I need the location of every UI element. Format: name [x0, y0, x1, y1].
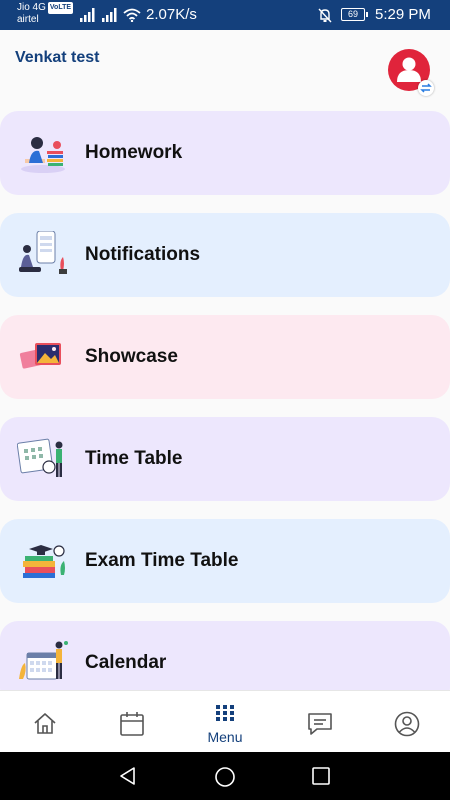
- carrier-primary: Jio 4G: [17, 2, 46, 13]
- app-header: Venkat test: [0, 30, 450, 96]
- menu-card-label: Notifications: [85, 244, 201, 265]
- wifi-icon: [123, 8, 141, 22]
- grid-icon: [216, 705, 234, 721]
- calendar-icon: [19, 641, 68, 680]
- back-icon[interactable]: [118, 766, 138, 786]
- switch-account-icon[interactable]: [418, 80, 434, 96]
- nav-home[interactable]: [0, 691, 90, 753]
- menu-card-notifications[interactable]: Notifications: [0, 213, 450, 297]
- signal-strength-icon: [80, 8, 95, 22]
- status-time: 5:29 PM: [375, 6, 431, 23]
- nav-messages[interactable]: [274, 691, 364, 753]
- timetable-icon: [17, 438, 63, 477]
- page-title: Venkat test: [15, 49, 100, 66]
- volte-badge: VoLTE: [47, 2, 74, 14]
- signal-strength-icon: [102, 8, 117, 22]
- menu-card-showcase[interactable]: Showcase: [0, 315, 450, 399]
- battery-icon: 69: [341, 8, 368, 21]
- menu-card-time-table[interactable]: Time Table: [0, 417, 450, 501]
- network-speed: 2.07K/s: [146, 6, 197, 23]
- menu-card-calendar[interactable]: Calendar: [0, 621, 450, 690]
- home-button-icon[interactable]: [214, 766, 236, 788]
- homework-icon: [21, 137, 65, 173]
- nav-profile[interactable]: [361, 691, 450, 753]
- mute-notifications-icon: [318, 8, 332, 23]
- menu-card-homework[interactable]: Homework: [0, 111, 450, 195]
- bottom-navigation: Menu: [0, 690, 450, 752]
- menu-card-label: Exam Time Table: [85, 550, 239, 571]
- menu-card-label: Calendar: [85, 652, 167, 673]
- menu-list: Homework Notifications Showcase Time Tab…: [0, 96, 450, 690]
- carrier-secondary: airtel: [17, 14, 39, 25]
- exam-timetable-icon: [23, 545, 65, 578]
- status-bar: Jio 4G VoLTE airtel 2.07K/s 69 5:29 PM: [0, 0, 450, 30]
- menu-card-label: Showcase: [85, 346, 178, 367]
- chat-icon: [308, 713, 332, 735]
- user-icon: [397, 57, 421, 82]
- carrier-info: Jio 4G VoLTE airtel: [17, 2, 74, 26]
- profile-icon: [394, 711, 420, 737]
- calendar-icon: [120, 712, 144, 736]
- recents-icon[interactable]: [311, 766, 331, 786]
- home-icon: [34, 713, 56, 734]
- menu-card-exam-time-table[interactable]: Exam Time Table: [0, 519, 450, 603]
- notifications-icon: [19, 231, 67, 274]
- system-navigation-bar: [0, 752, 450, 800]
- showcase-icon: [19, 343, 61, 369]
- menu-card-label: Time Table: [85, 448, 183, 469]
- menu-card-label: Homework: [85, 142, 183, 163]
- nav-menu-label: Menu: [207, 729, 243, 745]
- nav-calendar[interactable]: [86, 691, 176, 753]
- nav-menu[interactable]: Menu: [180, 691, 270, 753]
